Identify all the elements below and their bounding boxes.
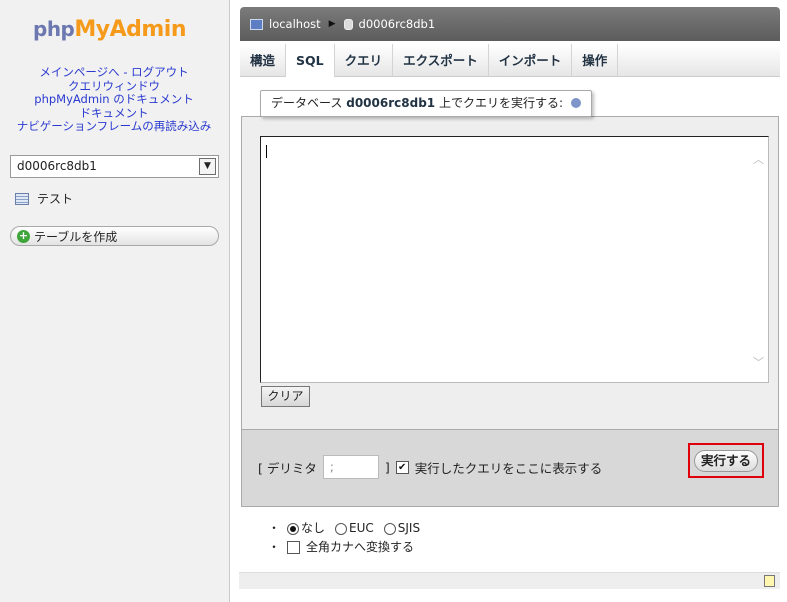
home-link[interactable]: メインページへ [39,65,119,79]
query-window-link[interactable]: クエリウィンドウ [68,79,160,93]
radio-button[interactable] [335,522,348,535]
server-icon [250,18,263,30]
scroll-up-icon[interactable]: ︿ [753,151,764,167]
navigation-frame: phpMyAdmin メインページへ - ログアウト クエリウィンドウ phpM… [0,0,230,602]
table-list-item[interactable]: テスト [15,190,73,207]
bottom-bar [239,572,780,589]
delimiter-label: [ デリミタ [258,460,317,476]
radio-none[interactable]: なし [287,519,325,538]
table-name: テスト [37,192,74,206]
table-list: テスト [15,190,73,207]
scroll-down-icon[interactable]: ﹀ [753,354,764,370]
reload-nav-link[interactable]: ナビゲーションフレームの再読み込み [17,119,212,133]
create-table-label: テーブルを作成 [34,229,118,244]
tab-query[interactable]: クエリ [335,44,394,77]
nav-links: メインページへ - ログアウト クエリウィンドウ phpMyAdmin のドキュ… [0,65,228,134]
help-icon[interactable] [570,98,581,108]
database-icon [343,18,353,30]
tab-export[interactable]: エクスポート [393,44,489,77]
breadcrumb-server[interactable]: localhost [269,17,321,31]
delimiter-row: [ デリミタ ; ] ✔ 実行したクエリをここに表示する [258,455,602,479]
delimiter-input[interactable]: ; [322,455,379,479]
tab-structure[interactable]: 構造 [240,44,287,77]
charset-row: ・ なし EUC SJIS [267,519,424,538]
sql-fieldset-legend: データベース d0006rc8db1 上でクエリを実行する: [260,90,592,117]
go-button[interactable]: 実行する [694,450,758,472]
tab-operations[interactable]: 操作 [572,44,619,77]
tab-sql[interactable]: SQL [286,44,335,77]
kana-convert-checkbox[interactable] [287,541,300,554]
phpmyadmin-logo[interactable]: phpMyAdmin [33,17,187,42]
go-button-highlight: 実行する [688,443,764,478]
clear-button[interactable]: クリア [261,386,310,407]
table-icon [15,192,29,205]
create-table-button[interactable]: + テーブルを作成 [10,226,219,246]
breadcrumb-database[interactable]: d0006rc8db1 [359,17,436,31]
docs-link[interactable]: ドキュメント [80,106,149,120]
kana-convert-label: 全角カナへ変換する [306,540,415,554]
main-frame: localhost ▶ d0006rc8db1 構造 SQL クエリ エクスポー… [230,0,787,602]
radio-button-selected[interactable] [287,522,299,535]
logout-link[interactable]: - ログアウト [123,65,188,79]
show-query-checkbox[interactable]: ✔ [395,460,409,474]
breadcrumb: localhost ▶ d0006rc8db1 [240,7,780,41]
radio-sjis[interactable]: SJIS [383,519,420,538]
database-select[interactable]: d0006rc8db1 ▼ [10,155,219,178]
database-select-value: d0006rc8db1 [17,159,97,173]
phpmyadmin-docs-link[interactable]: phpMyAdmin のドキュメント [34,92,193,106]
kana-row: ・ 全角カナへ変換する [267,538,424,557]
show-query-label: 実行したクエリをここに表示する [414,460,603,476]
note-icon[interactable] [764,575,775,587]
tab-bar: 構造 SQL クエリ エクスポート インポート 操作 [240,44,780,77]
breadcrumb-separator-icon: ▶ [328,19,336,29]
radio-euc[interactable]: EUC [335,519,374,538]
tab-import[interactable]: インポート [489,44,573,77]
chevron-down-icon: ▼ [199,158,216,175]
text-caret [266,145,267,158]
radio-button[interactable] [383,522,396,535]
sql-query-textarea[interactable]: ︿ ﹀ [260,136,769,383]
plus-circle-icon: + [17,228,30,243]
legend-database-name: d0006rc8db1 [346,96,436,110]
charset-options: ・ なし EUC SJIS ・ 全角カナへ変換する [267,519,424,557]
